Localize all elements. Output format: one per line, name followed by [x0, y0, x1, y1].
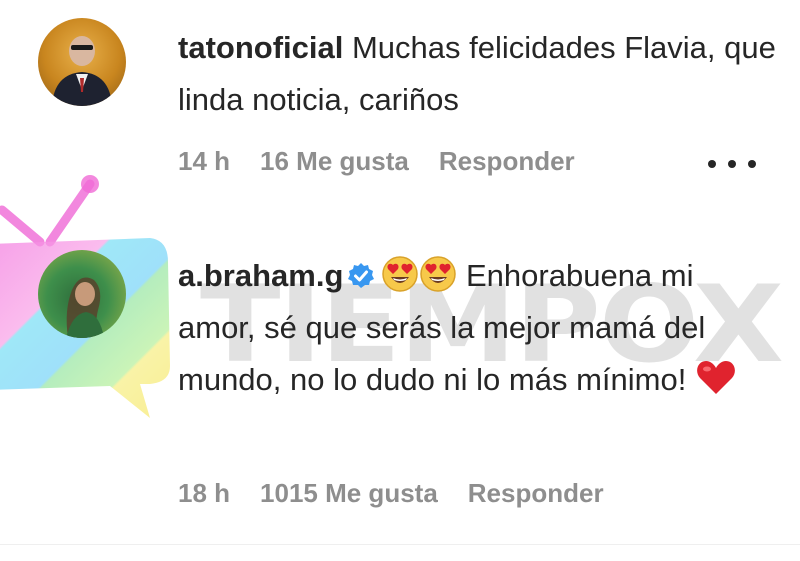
comment-time[interactable]: 18 h [178, 478, 230, 509]
comment-time[interactable]: 14 h [178, 146, 230, 177]
comment-meta: 14 h 16 Me gusta Responder [178, 146, 605, 177]
comment-username[interactable]: tatonoficial [178, 30, 343, 65]
person-avatar-icon [52, 36, 112, 106]
reply-button[interactable]: Responder [439, 146, 575, 177]
person-avatar-icon [66, 277, 104, 338]
comment-likes[interactable]: 16 Me gusta [260, 146, 409, 177]
comment-text: a.braham.g Enhorabuena mi amor, sé que s… [178, 250, 778, 406]
comment-meta: 18 h 1015 Me gusta Responder [178, 478, 634, 509]
comment-username[interactable]: a.braham.g [178, 258, 343, 293]
verified-badge-icon [348, 263, 375, 288]
avatar[interactable] [38, 250, 126, 338]
red-heart-emoji-icon [697, 361, 735, 394]
heart-eyes-emoji-icon [420, 256, 457, 292]
comment-likes[interactable]: 1015 Me gusta [260, 478, 438, 509]
heart-eyes-emoji-icon [382, 256, 419, 292]
reply-button[interactable]: Responder [468, 478, 604, 509]
avatar[interactable] [38, 18, 126, 106]
comment-text: tatonoficial Muchas felicidades Flavia, … [178, 22, 778, 126]
divider [0, 544, 800, 545]
comments-screenshot: TIEMPOX tatonoficial Muchas felicidades … [0, 0, 800, 561]
more-options-icon[interactable] [708, 158, 756, 170]
